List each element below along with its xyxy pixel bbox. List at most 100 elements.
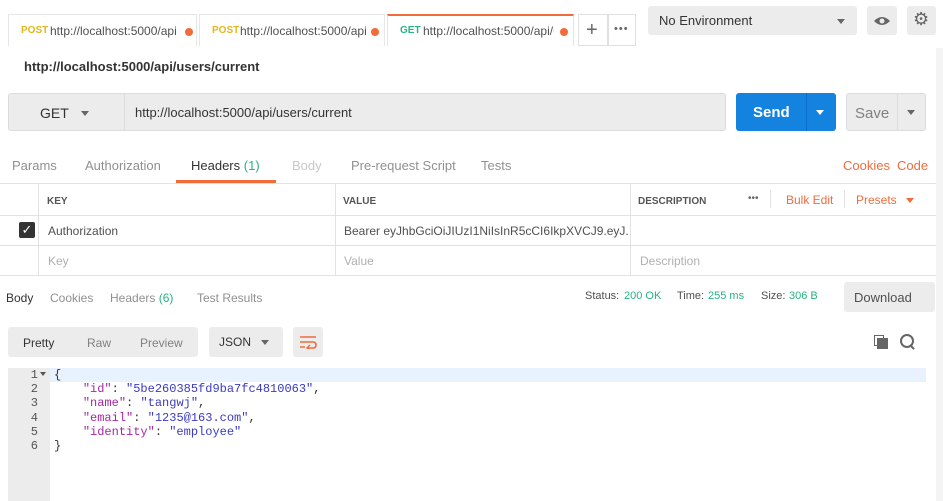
status-label: Status: xyxy=(585,290,620,302)
json-key: "identity" xyxy=(82,424,155,439)
json-separator: , xyxy=(313,382,321,397)
eye-icon xyxy=(874,17,890,25)
json-key: "email" xyxy=(82,410,134,425)
chevron-down-icon[interactable] xyxy=(906,198,914,203)
response-tab-cookies[interactable]: Cookies xyxy=(50,291,93,305)
environment-quick-look-button[interactable] xyxy=(867,6,897,35)
chevron-down-icon[interactable] xyxy=(907,110,915,115)
new-key-input[interactable]: Key xyxy=(48,254,69,268)
json-value: "1235@163.com" xyxy=(147,410,249,425)
search-icon[interactable] xyxy=(900,334,916,350)
url-input[interactable]: http://localhost:5000/api/users/current xyxy=(124,93,726,131)
tab-url: http://localhost:5000/api xyxy=(50,24,177,38)
toolbar-divider xyxy=(844,190,845,208)
time-value[interactable]: 255 ms xyxy=(708,290,744,302)
line-number: 1 xyxy=(30,368,38,382)
method-label: GET xyxy=(40,105,69,121)
toolbar-divider xyxy=(770,190,771,208)
wrap-lines-button[interactable] xyxy=(293,327,323,357)
response-tab-body[interactable]: Body xyxy=(6,291,33,305)
tab-tests[interactable]: Tests xyxy=(481,158,511,173)
new-value-input[interactable]: Value xyxy=(344,254,374,268)
tab-params[interactable]: Params xyxy=(12,158,57,173)
line-number: 6 xyxy=(30,439,38,454)
more-icon: ••• xyxy=(614,23,629,35)
code-line: "email": "1235@163.com", xyxy=(82,410,256,425)
send-button[interactable]: Send xyxy=(736,93,836,131)
new-tab-button[interactable]: + xyxy=(578,14,608,46)
json-key: "name" xyxy=(82,396,127,411)
column-divider xyxy=(630,183,631,275)
line-number: 4 xyxy=(30,410,38,425)
tab-method: GET xyxy=(400,25,421,36)
manage-environments-button[interactable]: ⚙ xyxy=(907,6,936,35)
line-number: 3 xyxy=(30,396,38,411)
method-select[interactable]: GET xyxy=(8,93,124,131)
download-label: Download xyxy=(854,290,912,305)
time-label: Time: xyxy=(677,290,705,302)
column-divider xyxy=(38,183,39,275)
json-value: "employee" xyxy=(169,424,242,439)
row-border xyxy=(0,245,936,246)
tab-options-button[interactable]: ••• xyxy=(608,14,636,46)
request-tab-1[interactable]: POST http://localhost:5000/api xyxy=(8,14,197,46)
tab-headers-label: Headers xyxy=(191,158,241,173)
language-label: JSON xyxy=(219,335,252,349)
header-key-cell[interactable]: Authorization xyxy=(48,224,118,238)
presets-dropdown[interactable]: Presets xyxy=(856,193,897,207)
save-button[interactable]: Save xyxy=(846,93,926,131)
json-separator: , xyxy=(198,396,206,411)
unsaved-dot-icon xyxy=(560,28,568,36)
unsaved-dot-icon xyxy=(185,28,193,36)
response-tab-test-results[interactable]: Test Results xyxy=(197,291,262,305)
chevron-down-icon[interactable] xyxy=(816,110,824,115)
tab-url: http://localhost:5000/api/u xyxy=(423,24,554,38)
size-value[interactable]: 306 B xyxy=(789,290,818,302)
download-button[interactable]: Download xyxy=(844,282,935,312)
json-value: "tangwj" xyxy=(140,396,199,411)
tab-body[interactable]: Body xyxy=(292,158,322,173)
url-value: http://localhost:5000/api/users/current xyxy=(135,105,352,120)
status-value[interactable]: 200 OK xyxy=(624,290,661,302)
copy-icon[interactable] xyxy=(874,335,888,349)
tab-url: http://localhost:5000/api xyxy=(240,24,367,38)
tab-method: POST xyxy=(212,25,240,36)
unsaved-dot-icon xyxy=(371,28,379,36)
plus-icon: + xyxy=(586,19,598,41)
code-line: "name": "tangwj", xyxy=(82,396,206,411)
pretty-button[interactable]: Pretty xyxy=(23,336,54,350)
response-tab-headers[interactable]: Headers (6) xyxy=(110,291,173,305)
presets-label: Presets xyxy=(856,193,897,207)
json-separator: , xyxy=(248,410,256,425)
header-enabled-checkbox[interactable]: ✓ xyxy=(19,222,35,238)
tab-headers-count: (1) xyxy=(243,158,260,173)
language-select[interactable]: JSON xyxy=(209,327,283,357)
line-number: 5 xyxy=(30,424,38,439)
request-tab-2[interactable]: POST http://localhost:5000/api xyxy=(199,14,385,46)
scrollbar[interactable] xyxy=(936,48,943,501)
header-value-cell[interactable]: Bearer eyJhbGciOiJIUzI1NiIsInR5cCI6IkpXV… xyxy=(344,224,628,238)
response-headers-count: (6) xyxy=(158,291,174,305)
tab-method: POST xyxy=(21,25,49,36)
fold-caret-icon[interactable] xyxy=(40,372,46,376)
raw-button[interactable]: Raw xyxy=(87,336,111,350)
code-line: } xyxy=(54,439,62,454)
cookies-link[interactable]: Cookies xyxy=(843,158,890,173)
code-link[interactable]: Code xyxy=(897,158,928,173)
tab-authorization[interactable]: Authorization xyxy=(85,158,161,173)
response-body-code[interactable]: { "id": "5be260385fd9ba7fc4810063", "nam… xyxy=(54,368,320,453)
new-description-input[interactable]: Description xyxy=(640,254,700,268)
code-line: "id": "5be260385fd9ba7fc4810063", xyxy=(82,382,321,397)
more-icon[interactable]: ••• xyxy=(748,193,759,204)
chevron-down-icon xyxy=(261,340,269,345)
preview-button[interactable]: Preview xyxy=(140,336,183,350)
bulk-edit-link[interactable]: Bulk Edit xyxy=(786,193,833,207)
environment-select[interactable]: No Environment xyxy=(648,6,857,35)
column-divider xyxy=(335,183,336,275)
column-header-value: VALUE xyxy=(343,196,377,207)
json-value: "5be260385fd9ba7fc4810063" xyxy=(126,382,314,397)
tab-headers[interactable]: Headers (1) xyxy=(191,158,260,173)
tab-prerequest-script[interactable]: Pre-request Script xyxy=(351,158,456,173)
request-tab-3[interactable]: GET http://localhost:5000/api/u xyxy=(387,14,574,46)
column-header-description: DESCRIPTION xyxy=(638,196,707,207)
